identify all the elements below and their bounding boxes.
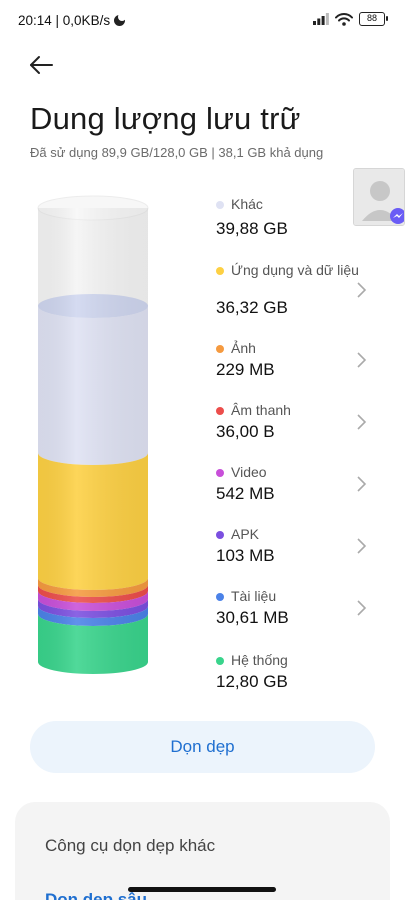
category-name: Tài liệu [231, 588, 277, 604]
category-name: Hệ thống [231, 652, 288, 668]
home-indicator[interactable] [128, 887, 276, 892]
avatar-icon [354, 169, 404, 225]
color-dot [216, 593, 224, 601]
storage-summary: Đã sử dụng 89,9 GB/128,0 GB | 38,1 GB kh… [30, 145, 324, 160]
do-not-disturb-icon [114, 13, 127, 26]
signal-icon [313, 13, 329, 25]
clean-button[interactable]: Dọn dẹp [30, 721, 375, 773]
color-dot [216, 267, 224, 275]
category-size: 36,00 B [216, 422, 275, 441]
category-size: 36,32 GB [216, 298, 288, 317]
chevron-right-icon [357, 476, 367, 492]
storage-cylinder-chart [37, 195, 149, 674]
color-dot [216, 407, 224, 415]
status-bar: 20:14 | 0,0KB/s 88 [0, 0, 405, 44]
chevron-right-icon [357, 282, 367, 298]
category-size: 12,80 GB [216, 672, 288, 691]
chat-head-bubble[interactable] [353, 168, 405, 226]
category-name: Khác [231, 196, 263, 212]
category-name: Âm thanh [231, 402, 291, 418]
category-size: 30,61 MB [216, 608, 289, 627]
color-dot [216, 345, 224, 353]
category-name: Ảnh [231, 340, 256, 356]
chevron-right-icon [357, 414, 367, 430]
page-title: Dung lượng lưu trữ [30, 101, 301, 136]
category-size: 229 MB [216, 360, 275, 379]
category-size: 39,88 GB [216, 219, 288, 238]
category-name: Video [231, 464, 267, 480]
status-left: 20:14 | 0,0KB/s [18, 13, 127, 28]
category-name: Ứng dụng và dữ liệu [231, 262, 359, 278]
arrow-left-icon [30, 56, 53, 74]
back-button[interactable] [26, 52, 60, 80]
category-size: 103 MB [216, 546, 275, 565]
color-dot [216, 201, 224, 209]
chevron-right-icon [357, 352, 367, 368]
cylinder-shading [38, 208, 148, 674]
color-dot [216, 531, 224, 539]
other-tools-title: Công cụ dọn dẹp khác [45, 836, 216, 855]
status-time-speed: 20:14 | 0,0KB/s [18, 13, 111, 28]
other-tools-card: Công cụ dọn dẹp khác Dọn dẹp sâu [15, 802, 390, 900]
chevron-right-icon [357, 600, 367, 616]
wifi-icon [335, 12, 353, 26]
category-name: APK [231, 526, 260, 542]
category-size: 542 MB [216, 484, 275, 503]
color-dot [216, 657, 224, 665]
color-dot [216, 469, 224, 477]
battery-icon: 88 [359, 12, 388, 26]
status-right: 88 [313, 12, 388, 26]
chevron-right-icon [357, 538, 367, 554]
